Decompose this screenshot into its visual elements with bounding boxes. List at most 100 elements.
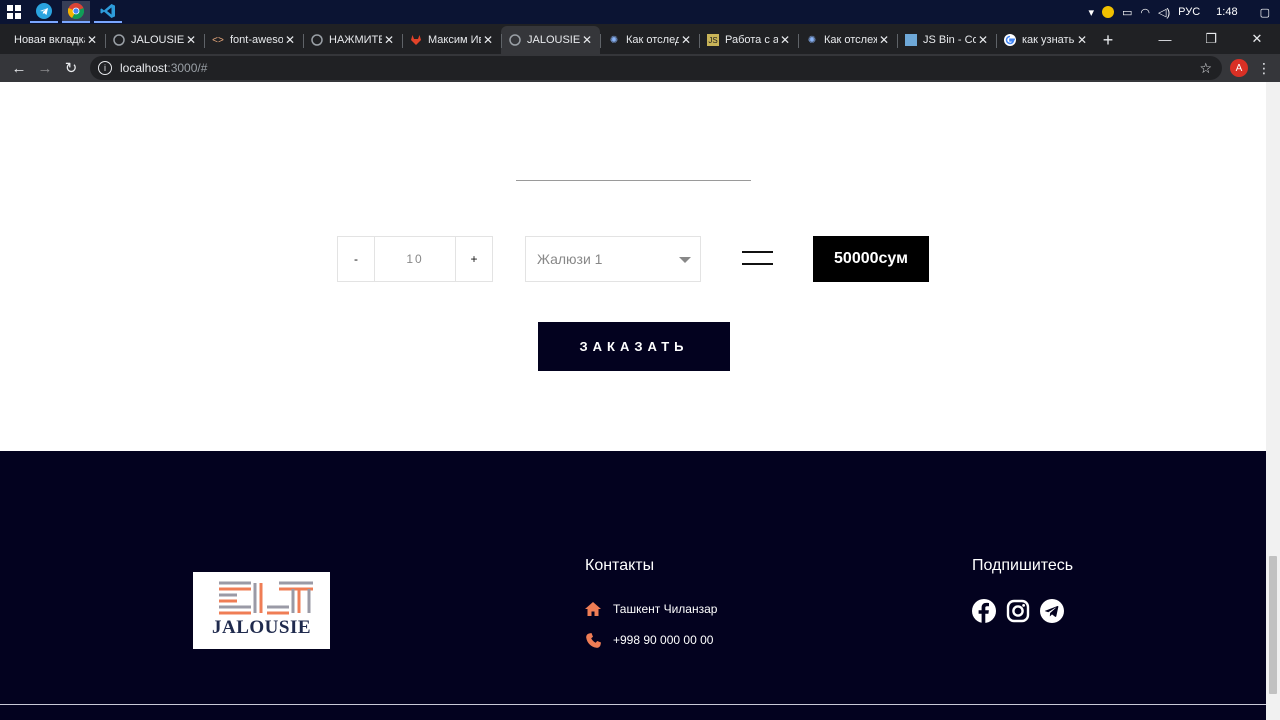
telegram-app-icon[interactable] <box>30 1 58 23</box>
browser-tab[interactable]: <> font-awesome ✕ <box>204 26 303 54</box>
notifications-icon[interactable]: ▢ <box>1260 6 1270 19</box>
restore-icon[interactable]: ❐ <box>1188 24 1234 54</box>
profile-avatar[interactable]: A <box>1230 59 1248 77</box>
site-info-icon[interactable]: i <box>98 61 112 75</box>
qty-value-input[interactable]: 10 <box>374 237 456 281</box>
url-host: localhost <box>120 61 168 75</box>
browser-tab[interactable]: Максим Ив ✕ <box>402 26 501 54</box>
address-text: Ташкент Чиланзар <box>613 602 718 616</box>
section-divider <box>516 180 751 181</box>
tray-expand-icon[interactable]: ▾ <box>1088 6 1094 19</box>
tab-close-icon[interactable]: ✕ <box>877 33 891 47</box>
scrollbar-thumb[interactable] <box>1269 556 1277 694</box>
tab-close-icon[interactable]: ✕ <box>679 33 693 47</box>
browser-tab[interactable]: ✺ Как отслеж ✕ <box>798 26 897 54</box>
windows-start-icon[interactable] <box>0 0 28 24</box>
equals-icon <box>742 251 773 265</box>
globe-icon <box>311 34 323 46</box>
spark-icon: ✺ <box>807 34 817 46</box>
browser-tab[interactable]: JS Работа с ат ✕ <box>699 26 798 54</box>
browser-tab[interactable]: ✺ Как отслед ✕ <box>600 26 699 54</box>
tab-title: JALOUSIE <box>131 34 184 46</box>
page-scrollbar[interactable] <box>1266 82 1280 720</box>
windows-taskbar: ▾ ▭ ◠ ◁) РУС 1:48 ▢ <box>0 0 1280 24</box>
tray-app-icon[interactable] <box>1102 6 1114 18</box>
tab-title: Максим Ив <box>428 34 481 46</box>
tab-close-icon[interactable]: ✕ <box>481 33 495 47</box>
browser-tab[interactable]: JALOUSIE ✕ <box>105 26 204 54</box>
volume-icon[interactable]: ◁) <box>1158 6 1170 19</box>
jsbin-icon <box>905 34 917 46</box>
quantity-stepper: - 10 + <box>337 236 493 282</box>
instagram-icon[interactable] <box>1006 599 1030 623</box>
browser-tab[interactable]: НАЖМИТЕ ✕ <box>303 26 402 54</box>
footer-divider <box>0 704 1266 705</box>
back-arrow-icon[interactable]: ← <box>6 56 32 80</box>
tab-title: НАЖМИТЕ <box>329 34 382 46</box>
browser-tab[interactable]: JS Bin - Col ✕ <box>897 26 996 54</box>
browser-menu-icon[interactable]: ⋮ <box>1254 60 1274 77</box>
spark-icon: ✺ <box>609 34 619 46</box>
tab-close-icon[interactable]: ✕ <box>976 33 990 47</box>
browser-tab-strip: Новая вкладка ✕ JALOUSIE ✕ <> font-aweso… <box>0 24 1280 54</box>
code-icon: <> <box>212 34 224 46</box>
product-select[interactable]: Жалюзи 1 <box>525 236 701 282</box>
browser-tab-active[interactable]: JALOUSIE ✕ <box>501 26 600 54</box>
battery-icon[interactable]: ▭ <box>1122 6 1132 19</box>
clock[interactable]: 1:48 <box>1216 6 1237 18</box>
qty-decrement-button[interactable]: - <box>338 237 374 281</box>
tab-title: Как отслед <box>626 34 679 46</box>
page-viewport: - 10 + Жалюзи 1 50000сум ЗАКАЗАТЬ JALOUS… <box>0 82 1280 720</box>
minimize-icon[interactable]: — <box>1142 24 1188 54</box>
site-logo[interactable]: JALOUSIE <box>193 572 330 649</box>
forward-arrow-icon[interactable]: → <box>32 56 58 80</box>
subscribe-heading: Подпишитесь <box>972 557 1074 574</box>
facebook-icon[interactable] <box>972 599 996 623</box>
tab-title: как узнать <box>1022 34 1075 46</box>
tab-title: Новая вкладка <box>14 34 85 46</box>
window-controls: — ❐ ✕ <box>1142 24 1280 54</box>
contact-address: Ташкент Чиланзар <box>585 601 717 617</box>
tab-close-icon[interactable]: ✕ <box>1075 33 1089 47</box>
tab-close-icon[interactable]: ✕ <box>382 33 396 47</box>
vscode-app-icon[interactable] <box>94 1 122 23</box>
chrome-app-icon[interactable] <box>62 1 90 23</box>
new-tab-button[interactable]: + <box>1095 26 1121 54</box>
browser-toolbar: ← → ↻ i localhost :3000/# ☆ A ⋮ <box>0 54 1280 82</box>
tab-close-icon[interactable]: ✕ <box>184 33 198 47</box>
home-icon <box>585 601 601 617</box>
tab-title: JS Bin - Col <box>923 34 976 46</box>
wifi-icon[interactable]: ◠ <box>1140 6 1150 19</box>
tab-close-icon[interactable]: ✕ <box>778 33 792 47</box>
bookmark-star-icon[interactable]: ☆ <box>1199 60 1212 77</box>
total-price: 50000сум <box>813 236 929 282</box>
js-icon: JS <box>707 34 719 46</box>
tab-title: Как отслеж <box>824 34 877 46</box>
contacts-heading: Контакты <box>585 557 655 574</box>
tab-title: Работа с ат <box>725 34 778 46</box>
chevron-down-icon <box>679 257 691 263</box>
address-bar[interactable]: i localhost :3000/# ☆ <box>90 56 1222 80</box>
telegram-icon[interactable] <box>1040 599 1064 623</box>
phone-text[interactable]: +998 90 000 00 00 <box>613 633 713 647</box>
tab-close-icon[interactable]: ✕ <box>85 33 99 47</box>
tab-title: JALOUSIE <box>527 34 580 46</box>
contact-phone: +998 90 000 00 00 <box>585 632 713 648</box>
logo-wordmark: JALOUSIE <box>211 617 312 638</box>
keyboard-language[interactable]: РУС <box>1178 6 1200 18</box>
google-icon <box>1004 34 1016 46</box>
system-tray: ▾ ▭ ◠ ◁) РУС 1:48 ▢ <box>1088 6 1280 19</box>
browser-tab[interactable]: как узнать ✕ <box>996 26 1095 54</box>
tab-close-icon[interactable]: ✕ <box>580 33 594 47</box>
product-select-value: Жалюзи 1 <box>537 251 603 267</box>
browser-tab[interactable]: Новая вкладка ✕ <box>6 26 105 54</box>
url-path: :3000/# <box>167 61 208 75</box>
tab-close-icon[interactable]: ✕ <box>283 33 297 47</box>
qty-increment-button[interactable]: + <box>456 237 492 281</box>
tab-title: font-awesome <box>230 34 283 46</box>
order-button[interactable]: ЗАКАЗАТЬ <box>538 322 730 371</box>
close-window-icon[interactable]: ✕ <box>1234 24 1280 54</box>
reload-icon[interactable]: ↻ <box>58 56 84 80</box>
globe-icon <box>113 34 125 46</box>
site-footer: JALOUSIE Контакты Ташкент Чиланзар +998 … <box>0 451 1266 720</box>
